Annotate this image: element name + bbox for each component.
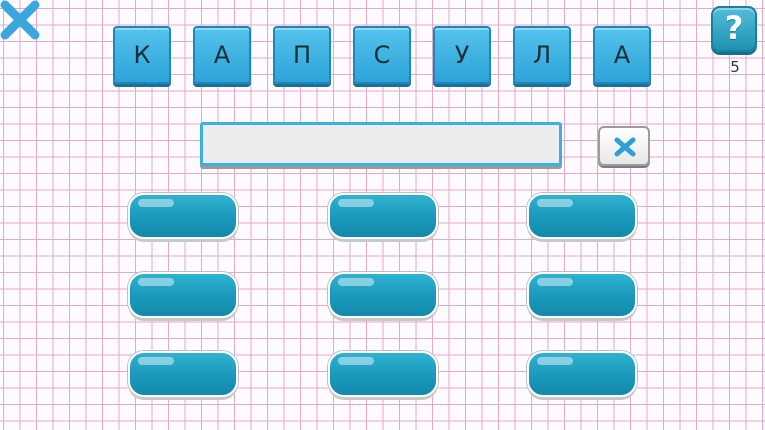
letter-tile[interactable]: Л	[513, 26, 571, 84]
letter-tile[interactable]: А	[593, 26, 651, 84]
letter-tile[interactable]: А	[193, 26, 251, 84]
word-slot[interactable]	[328, 193, 438, 239]
answer-field[interactable]	[200, 122, 562, 166]
letter-tiles: К А П С У Л А	[113, 26, 651, 84]
word-slot[interactable]	[527, 351, 637, 397]
letter-tile[interactable]: П	[273, 26, 331, 84]
word-slot[interactable]	[128, 351, 238, 397]
word-slot[interactable]	[328, 351, 438, 397]
word-slot[interactable]	[128, 193, 238, 239]
clear-x-icon	[614, 137, 636, 157]
letter-tile[interactable]: К	[113, 26, 171, 84]
letter-tile[interactable]: С	[353, 26, 411, 84]
question-mark-icon: ?	[724, 9, 744, 47]
hint-count: 5	[730, 58, 740, 76]
letter-tile[interactable]: У	[433, 26, 491, 84]
word-slot[interactable]	[527, 272, 637, 318]
close-x-icon	[0, 0, 40, 40]
word-slot[interactable]	[527, 193, 637, 239]
word-slot[interactable]	[128, 272, 238, 318]
clear-answer-button[interactable]	[598, 126, 650, 166]
close-button[interactable]	[0, 0, 42, 42]
help-button[interactable]: ?	[711, 6, 757, 52]
word-slot[interactable]	[328, 272, 438, 318]
